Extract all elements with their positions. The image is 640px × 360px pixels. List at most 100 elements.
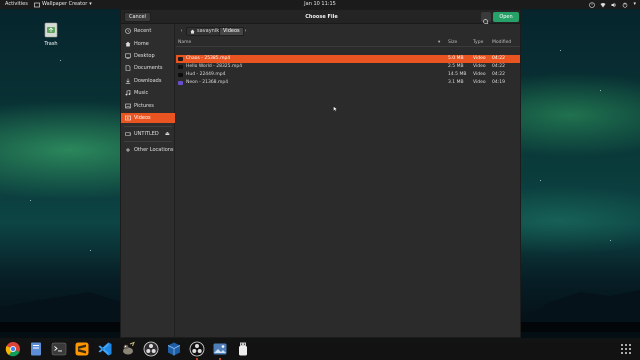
sidebar-item-documents[interactable]: Documents [121,63,175,73]
volume-icon[interactable] [611,2,617,8]
column-name[interactable]: Name [178,39,191,47]
sidebar-separator [124,141,172,142]
trash-icon [44,22,58,38]
obs-studio-icon[interactable] [189,341,205,360]
wallpaper-creator-icon[interactable] [212,341,228,360]
sidebar-item-label: UNTITLED [134,131,159,137]
file-row[interactable]: Neon - 21368.mp4 3.1 MB Video 04:19 [176,79,520,87]
star [30,200,31,201]
obs-icon[interactable] [143,341,159,357]
file-row[interactable]: Hud - 22449.mp4 14.5 MB Video 04:22 [176,71,520,79]
breadcrumb-home-label: savaynik [197,28,220,34]
usb-creator-icon[interactable] [235,341,251,357]
file-row[interactable]: Hello World - 28325.mp4 2.5 MB Video 04:… [176,63,520,71]
file-name: Neon - 21368.mp4 [186,80,229,85]
file-type: Video [473,64,486,69]
video-thumbnail-icon [178,73,183,77]
video-thumbnail-icon [178,65,183,69]
desktop-icon [125,53,131,59]
file-size: 5.0 MB [448,56,464,61]
clock[interactable]: Jan 10 11:15 [0,0,640,9]
network-icon[interactable] [600,2,606,8]
file-modified: 04:22 [492,64,505,69]
star [60,60,61,61]
path-scroll-right-button[interactable]: › [242,27,249,36]
vscode-icon[interactable] [97,341,113,357]
picture-icon [125,103,131,109]
sidebar-item-desktop[interactable]: Desktop [121,51,175,61]
file-modified: 04:22 [492,56,505,61]
top-bar: Activities Wallpaper Creator ▾ Jan 10 11… [0,0,640,9]
sidebar-item-untitled-drive[interactable]: UNTITLED ⏏ [121,129,175,139]
sidebar-item-label: Music [134,90,149,96]
file-modified: 04:22 [492,72,505,77]
download-icon [125,78,131,84]
file-row[interactable]: Chaos - 25385.mp4 5.0 MB Video 04:22 [176,55,520,63]
trash-label: Trash [44,41,58,47]
sidebar-item-recent[interactable]: Recent [121,26,175,36]
star [610,240,611,241]
path-scroll-left-button[interactable]: ‹ [178,27,185,36]
home-icon [125,41,131,47]
sidebar-separator [124,126,172,127]
open-button[interactable]: Open [493,12,519,22]
document-icon [125,65,131,71]
breadcrumb-videos[interactable]: Videos [219,27,244,36]
show-applications-icon[interactable] [620,343,632,355]
dialog-header: Cancel Choose File Open [121,10,520,26]
dock [0,338,640,360]
column-header: Name ▾ Size Type Modified [176,39,520,47]
file-type: Video [473,72,486,77]
sidebar-item-music[interactable]: Music [121,88,175,98]
sidebar-item-label: Videos [134,115,151,121]
sidebar-item-other-locations[interactable]: Other Locations [121,145,175,155]
drive-icon [125,132,131,136]
music-icon [125,90,131,96]
sidebar-item-downloads[interactable]: Downloads [121,76,175,86]
file-modified: 04:19 [492,80,505,85]
sidebar-item-label: Pictures [134,103,154,109]
files-icon[interactable] [28,341,44,357]
plus-icon [126,148,130,152]
star [540,180,541,181]
terminal-icon[interactable] [51,341,67,357]
dialog-title: Choose File [305,14,338,20]
sidebar-item-label: Home [134,41,149,47]
sidebar-item-label: Downloads [134,78,162,84]
chevron-down-icon: ▾ [633,1,636,7]
star [600,90,601,91]
file-browser-pane: ‹ savaynik Videos › Name ▾ Size Type Mod… [176,24,520,337]
file-size: 2.5 MB [448,64,464,69]
breadcrumb-home[interactable]: savaynik [186,27,224,36]
chrome-icon[interactable] [5,341,21,357]
system-tray[interactable]: ▾ [589,0,636,9]
mouse-cursor-icon [333,106,338,112]
file-type: Video [473,56,486,61]
star [560,50,561,51]
sublime-text-icon[interactable] [74,341,90,357]
search-button[interactable] [481,12,491,26]
sidebar-item-videos[interactable]: Videos [121,113,175,123]
virtualbox-icon[interactable] [166,341,182,357]
file-name: Chaos - 25385.mp4 [186,56,231,61]
file-chooser-dialog: Cancel Choose File Open Recent Home Desk… [120,9,521,338]
column-modified[interactable]: Modified [492,39,511,47]
sidebar-item-label: Desktop [134,53,155,59]
home-icon [190,29,195,34]
places-sidebar: Recent Home Desktop Documents Downloads … [121,24,175,337]
column-size[interactable]: Size [448,39,457,47]
gimp-icon[interactable] [120,341,136,357]
sidebar-item-pictures[interactable]: Pictures [121,101,175,111]
sidebar-item-home[interactable]: Home [121,39,175,49]
file-type: Video [473,80,486,85]
clock-icon [125,28,131,34]
video-thumbnail-icon [178,81,183,85]
sidebar-item-label: Recent [134,28,152,34]
eject-icon[interactable]: ⏏ [165,129,170,139]
trash-desktop-icon[interactable]: Trash [40,22,62,47]
sort-arrow-icon: ▾ [438,40,441,45]
column-type[interactable]: Type [473,39,483,47]
file-name: Hello World - 28325.mp4 [186,64,243,69]
power-icon[interactable] [622,2,628,8]
accessibility-icon[interactable] [589,1,596,8]
